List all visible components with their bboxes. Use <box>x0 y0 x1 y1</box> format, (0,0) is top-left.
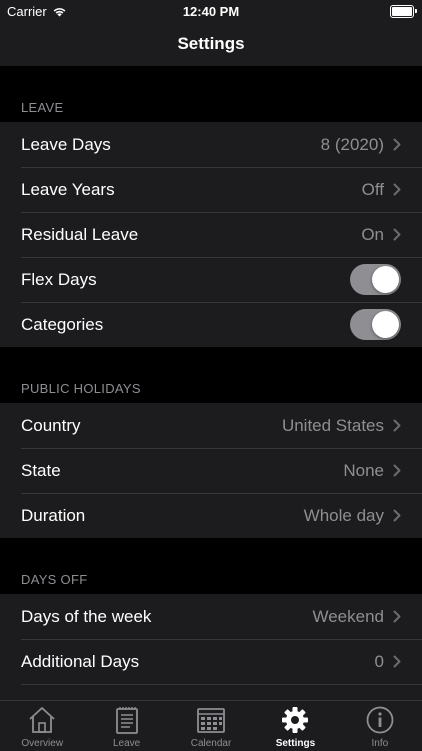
tab-bar: Overview Leave Calendar Settings Info <box>0 700 422 751</box>
calendar-icon <box>197 708 225 733</box>
row-label: Days of the week <box>21 606 152 626</box>
row-label: Categories <box>21 314 104 334</box>
chevron-right-icon <box>393 610 401 623</box>
tab-overview[interactable]: Overview <box>0 701 84 751</box>
gear-icon <box>282 707 309 733</box>
row-value: 0 <box>374 651 384 671</box>
chevron-right-icon <box>393 228 401 241</box>
row-leave-days[interactable]: Leave Days 8 (2020) <box>0 122 422 167</box>
row-flex-days: Flex Days <box>0 257 422 302</box>
row-state[interactable]: State None <box>0 448 422 493</box>
tab-label: Info <box>371 738 389 749</box>
row-duration[interactable]: Duration Whole day <box>0 493 422 538</box>
tab-calendar[interactable]: Calendar <box>169 701 253 751</box>
row-value: 8 (2020) <box>320 134 384 154</box>
row-value: None <box>343 460 384 480</box>
battery-icon <box>390 5 417 18</box>
tab-leave[interactable]: Leave <box>84 701 168 751</box>
settings-list[interactable]: LEAVE Leave Days 8 (2020) Leave Years Of… <box>0 66 422 700</box>
chevron-right-icon <box>393 138 401 151</box>
row-additional-days[interactable]: Additional Days 0 <box>0 639 422 684</box>
settings-group: Country United States State None Duratio… <box>0 403 422 538</box>
navigation-bar: Settings <box>0 22 422 66</box>
tab-label: Overview <box>21 738 64 749</box>
tab-label: Calendar <box>190 738 232 749</box>
row-label: Residual Leave <box>21 224 139 244</box>
row-country[interactable]: Country United States <box>0 403 422 448</box>
tab-label: Settings <box>275 738 316 749</box>
row-value: Whole day <box>303 505 384 525</box>
settings-group: Leave Days 8 (2020) Leave Years Off Resi… <box>0 122 422 347</box>
status-time: 12:40 PM <box>182 4 240 19</box>
tab-settings[interactable]: Settings <box>253 701 337 751</box>
toggle-knob <box>372 266 399 293</box>
section-header: LEAVE <box>21 100 64 115</box>
row-value: On <box>361 224 384 244</box>
status-bar: Carrier 12:40 PM <box>0 0 422 22</box>
flex-days-toggle[interactable] <box>350 264 401 295</box>
chevron-right-icon <box>393 655 401 668</box>
settings-group: Days of the week Weekend Additional Days… <box>0 594 422 700</box>
row-label: Flex Days <box>21 269 97 289</box>
toggle-knob <box>372 311 399 338</box>
notepad-icon <box>115 707 138 734</box>
row-label: State <box>21 460 61 480</box>
row-label: Duration <box>21 505 86 525</box>
row-partially-hidden[interactable] <box>0 684 422 700</box>
row-label: Leave Days <box>21 134 111 154</box>
section-header: PUBLIC HOLIDAYS <box>21 381 141 396</box>
chevron-right-icon <box>393 183 401 196</box>
page-title: Settings <box>177 34 245 53</box>
house-icon <box>29 707 55 733</box>
chevron-right-icon <box>393 509 401 522</box>
section-header: DAYS OFF <box>21 572 88 587</box>
row-leave-years[interactable]: Leave Years Off <box>0 167 422 212</box>
categories-toggle[interactable] <box>350 309 401 340</box>
row-categories: Categories <box>0 302 422 347</box>
section-public-holidays: PUBLIC HOLIDAYS Country United States St… <box>0 347 422 538</box>
row-days-of-the-week[interactable]: Days of the week Weekend <box>0 594 422 639</box>
tab-info[interactable]: Info <box>338 701 422 751</box>
chevron-right-icon <box>393 419 401 432</box>
row-value: Off <box>361 179 384 199</box>
row-residual-leave[interactable]: Residual Leave On <box>0 212 422 257</box>
row-value: Weekend <box>312 606 384 626</box>
section-leave: LEAVE Leave Days 8 (2020) Leave Years Of… <box>0 66 422 347</box>
info-icon <box>366 706 394 734</box>
row-value: United States <box>281 415 384 435</box>
row-label: Country <box>21 415 81 435</box>
tab-label: Leave <box>112 738 141 749</box>
row-label: Additional Days <box>21 651 140 671</box>
chevron-right-icon <box>393 464 401 477</box>
row-label: Leave Years <box>21 179 115 199</box>
section-days-off: DAYS OFF Days of the week Weekend Additi… <box>0 538 422 700</box>
